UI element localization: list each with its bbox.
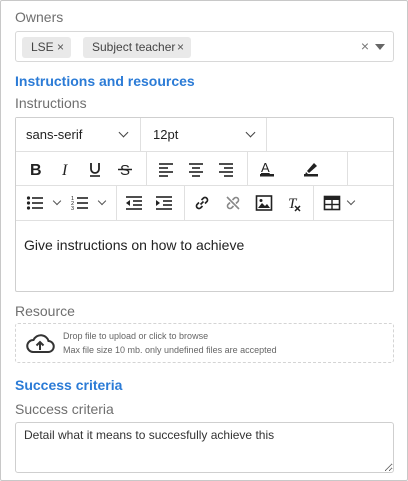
- align-right-icon[interactable]: [214, 157, 238, 181]
- chevron-down-icon: [118, 127, 129, 138]
- svg-text:B: B: [30, 162, 42, 177]
- editor-content[interactable]: Give instructions on how to achieve: [24, 237, 244, 253]
- font-family-select[interactable]: sans-serif: [26, 118, 138, 151]
- success-criteria-textarea[interactable]: Detail what it means to succesfully achi…: [15, 422, 394, 473]
- file-dropzone[interactable]: Drop file to upload or click to browse M…: [15, 323, 394, 363]
- owner-chip-subject-teacher: Subject teacher ×: [83, 37, 191, 58]
- chevron-down-icon: [245, 127, 256, 138]
- remove-chip-icon[interactable]: ×: [177, 37, 184, 58]
- highlight-icon[interactable]: [299, 157, 323, 181]
- success-criteria-label: Success criteria: [15, 401, 114, 417]
- resource-label: Resource: [15, 303, 75, 319]
- owner-chip-lse: LSE ×: [22, 37, 71, 58]
- owner-chip-label: LSE: [31, 40, 54, 54]
- align-left-icon[interactable]: [154, 157, 178, 181]
- form-panel: Owners LSE × Subject teacher × × Instruc…: [0, 0, 408, 481]
- owners-multiselect[interactable]: LSE × Subject teacher × ×: [15, 31, 394, 62]
- numbered-list-icon[interactable]: 123: [68, 191, 92, 215]
- cloud-upload-icon: [26, 334, 55, 353]
- owner-chip-label: Subject teacher: [92, 40, 176, 54]
- underline-icon[interactable]: [83, 157, 107, 181]
- owners-label: Owners: [15, 9, 64, 25]
- svg-text:A: A: [261, 160, 270, 175]
- clear-format-icon[interactable]: T: [282, 191, 306, 215]
- instructions-label: Instructions: [15, 95, 87, 111]
- bold-icon[interactable]: B: [23, 157, 47, 181]
- svg-text:3: 3: [71, 206, 74, 211]
- font-size-value: 12pt: [153, 127, 179, 142]
- rich-text-editor: sans-serif 12pt B I S A 1 2 3 T Give ins…: [15, 117, 394, 292]
- instructions-section-title: Instructions and resources: [15, 73, 195, 89]
- success-section-title: Success criteria: [15, 377, 123, 393]
- italic-icon[interactable]: I: [53, 157, 77, 181]
- editor-toolbar-row-3: 123 T: [16, 186, 393, 221]
- font-family-value: sans-serif: [26, 127, 83, 142]
- remove-chip-icon[interactable]: ×: [57, 37, 64, 58]
- chevron-down-icon[interactable]: [52, 196, 62, 206]
- svg-text:I: I: [61, 162, 68, 177]
- unlink-icon[interactable]: [221, 191, 245, 215]
- clear-all-icon[interactable]: ×: [361, 38, 369, 54]
- bullet-list-icon[interactable]: [23, 191, 47, 215]
- chevron-down-icon[interactable]: [97, 196, 107, 206]
- strikethrough-icon[interactable]: S: [113, 157, 137, 181]
- chevron-down-icon[interactable]: [346, 196, 356, 206]
- link-icon[interactable]: [190, 191, 214, 215]
- dropdown-caret-icon[interactable]: [375, 44, 385, 50]
- font-size-select[interactable]: 12pt: [153, 118, 265, 151]
- editor-toolbar-row-2: B I S A: [16, 152, 393, 208]
- align-center-icon[interactable]: [184, 157, 208, 181]
- image-icon[interactable]: [252, 191, 276, 215]
- dropzone-instruction: Drop file to upload or click to browse: [63, 331, 209, 341]
- dropzone-limit-text: Max file size 10 mb. only undefined file…: [63, 345, 277, 355]
- editor-toolbar-row-1: sans-serif 12pt: [16, 118, 393, 152]
- text-color-icon[interactable]: A: [255, 157, 279, 181]
- outdent-icon[interactable]: [122, 191, 146, 215]
- table-icon[interactable]: [320, 191, 344, 215]
- indent-icon[interactable]: [152, 191, 176, 215]
